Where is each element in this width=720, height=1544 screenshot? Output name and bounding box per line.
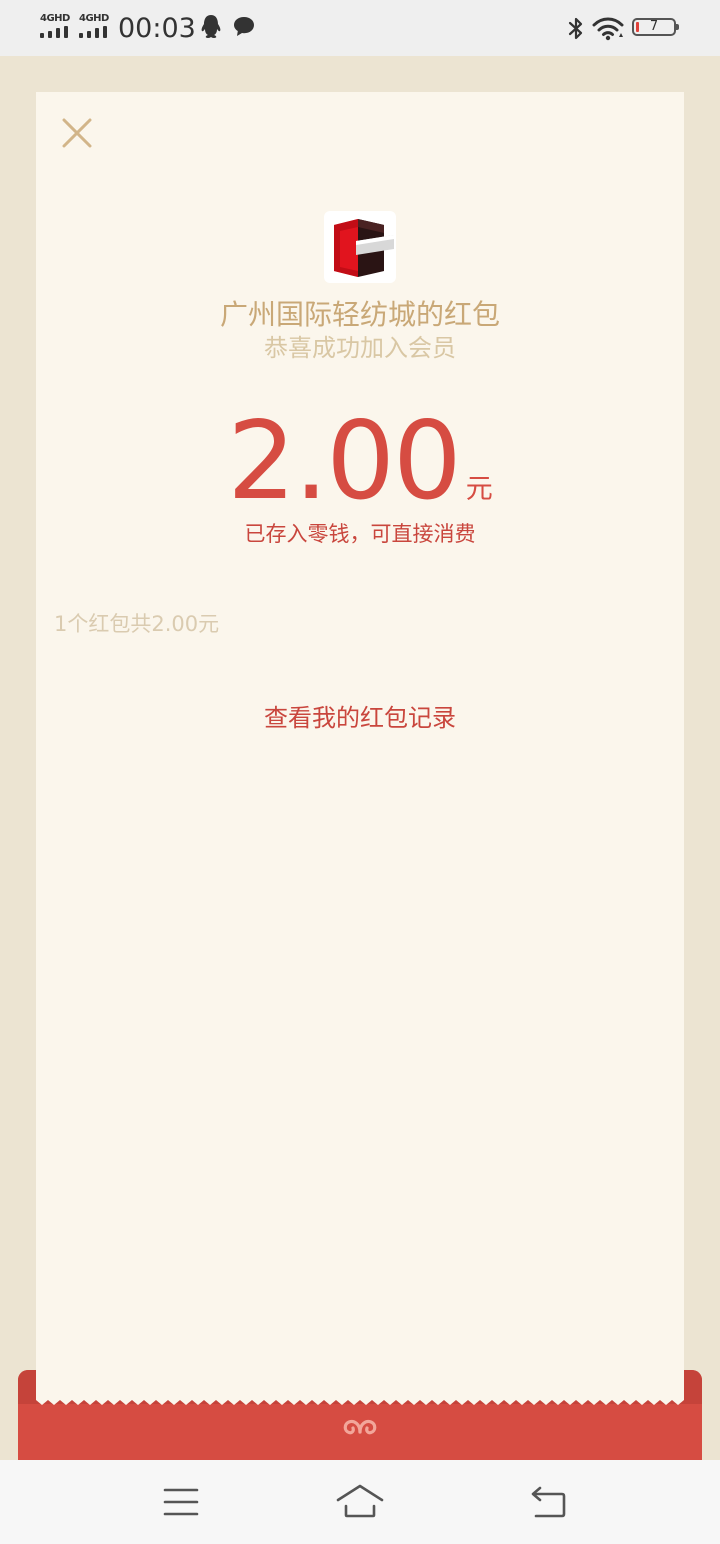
sim2-signal: 4GHD bbox=[79, 14, 113, 40]
menu-icon[interactable] bbox=[162, 1478, 200, 1526]
subtitle: 恭喜成功加入会员 bbox=[264, 334, 456, 362]
amount-unit: 元 bbox=[465, 474, 493, 505]
stored-note: 已存入零钱，可直接消费 bbox=[244, 522, 476, 546]
cloud-emblem-icon bbox=[343, 1419, 377, 1435]
navigation-bar bbox=[0, 1460, 720, 1544]
battery-indicator: 7 bbox=[632, 18, 679, 36]
amount-value: 2.00 bbox=[227, 399, 461, 524]
sim1-network-label: 4GHD bbox=[40, 13, 70, 24]
amount-display: 2.00 元 bbox=[36, 402, 684, 522]
card-zigzag-edge bbox=[36, 1396, 684, 1405]
signal-bars-icon bbox=[40, 26, 72, 38]
status-bar: 4GHD 4GHD 00:03 7 bbox=[0, 0, 720, 56]
red-packet-card: 广州国际轻纺城的红包 恭喜成功加入会员 2.00 元 已存入零钱，可直接消费 1个… bbox=[36, 92, 684, 1396]
signal-bars-icon bbox=[79, 26, 111, 38]
home-icon[interactable] bbox=[334, 1478, 386, 1526]
sim1-signal: 4GHD bbox=[40, 14, 74, 40]
chat-bubble-icon bbox=[234, 17, 254, 36]
qq-icon bbox=[201, 15, 221, 38]
battery-level: 7 bbox=[649, 19, 659, 34]
view-history-link[interactable]: 查看我的红包记录 bbox=[36, 700, 684, 736]
shop-name: 广州国际轻纺城的红包 bbox=[219, 298, 500, 331]
status-time: 00:03 bbox=[118, 13, 196, 44]
back-icon[interactable] bbox=[528, 1478, 568, 1526]
bluetooth-icon bbox=[568, 17, 583, 40]
wifi-icon bbox=[592, 17, 624, 41]
sim2-network-label: 4GHD bbox=[79, 13, 109, 24]
shop-logo-icon bbox=[334, 219, 394, 277]
shop-logo bbox=[324, 211, 396, 283]
packet-count-summary: 1个红包共2.00元 bbox=[54, 612, 220, 636]
close-icon[interactable] bbox=[58, 114, 96, 152]
